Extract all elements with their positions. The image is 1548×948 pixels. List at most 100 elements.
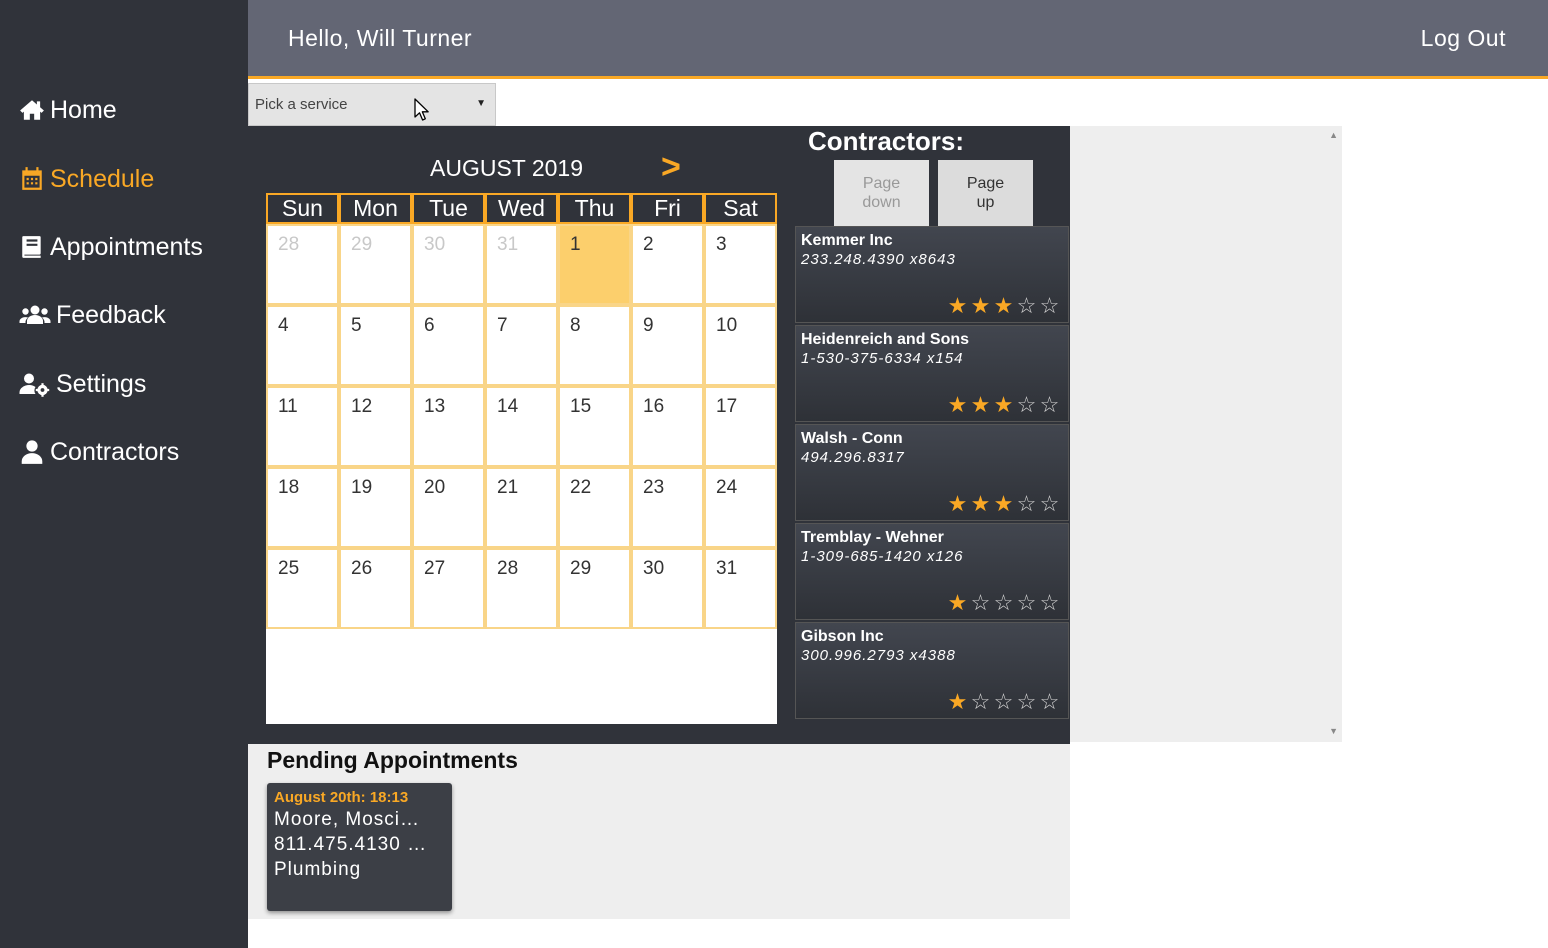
contractor-list: Kemmer Inc 233.248.4390 x8643 ★ ★ ★ ☆ ☆ Heidenr…: [795, 226, 1069, 722]
calendar-day-cell[interactable]: 15: [558, 386, 631, 467]
star-empty-icon: ☆: [1016, 590, 1037, 615]
calendar-day-cell[interactable]: 26: [339, 548, 412, 629]
calendar-icon: [18, 165, 46, 193]
star-empty-icon: ☆: [1016, 689, 1037, 714]
contractor-name: Heidenreich and Sons: [801, 331, 970, 348]
contractor-rating: ★ ☆ ☆ ☆ ☆: [946, 590, 1061, 616]
star-empty-icon: ☆: [1039, 392, 1060, 417]
contractor-card[interactable]: Kemmer Inc 233.248.4390 x8643 ★ ★ ★ ☆ ☆: [795, 226, 1069, 323]
weekday-header: Sat: [704, 193, 777, 224]
page-up-button[interactable]: Page up: [938, 160, 1033, 226]
contractors-title: Contractors:: [808, 126, 965, 156]
star-filled-icon: ★: [970, 392, 991, 417]
sidebar-item-settings[interactable]: Settings: [18, 367, 146, 401]
sidebar-item-feedback[interactable]: Feedback: [18, 298, 166, 332]
calendar-day-cell[interactable]: 25: [266, 548, 339, 629]
contractor-phone: 494.296.8317: [801, 449, 905, 466]
calendar-day-cell[interactable]: 28: [266, 224, 339, 305]
weekday-header: Fri: [631, 193, 704, 224]
sidebar-item-label: Home: [50, 95, 117, 124]
calendar-day-cell[interactable]: 31: [704, 548, 777, 629]
logout-button[interactable]: Log Out: [1421, 25, 1506, 52]
calendar-day-cell[interactable]: 1: [558, 224, 631, 305]
calendar-day-cell[interactable]: 5: [339, 305, 412, 386]
calendar-day-cell[interactable]: 19: [339, 467, 412, 548]
calendar-day-cell[interactable]: 29: [558, 548, 631, 629]
sidebar-item-home[interactable]: Home: [18, 93, 117, 127]
star-filled-icon: ★: [993, 392, 1014, 417]
star-filled-icon: ★: [970, 293, 991, 318]
pending-appointments-title: Pending Appointments: [267, 747, 518, 773]
calendar-day-cell[interactable]: 28: [485, 548, 558, 629]
calendar-month-label: AUGUST 2019: [430, 155, 583, 181]
sidebar-item-label: Feedback: [56, 300, 166, 329]
calendar-day-cell[interactable]: 6: [412, 305, 485, 386]
calendar-day-cell[interactable]: 31: [485, 224, 558, 305]
sidebar-item-contractors[interactable]: Contractors: [18, 435, 179, 469]
next-month-button[interactable]: >: [661, 148, 681, 187]
service-select[interactable]: Pick a service ▼: [248, 83, 496, 126]
greeting-text: Hello, Will Turner: [288, 25, 473, 51]
contractor-card[interactable]: Gibson Inc 300.996.2793 x4388 ★ ☆ ☆ ☆ ☆: [795, 622, 1069, 719]
page-up-label: Page up: [966, 175, 1005, 211]
sidebar-item-appointments[interactable]: Appointments: [18, 230, 203, 264]
calendar-day-cell[interactable]: 27: [412, 548, 485, 629]
calendar-day-cell[interactable]: 30: [631, 548, 704, 629]
calendar-day-cell[interactable]: 12: [339, 386, 412, 467]
star-filled-icon: ★: [993, 293, 1014, 318]
appointment-datetime: August 20th: 18:13: [274, 789, 409, 806]
sidebar-item-label: Contractors: [50, 437, 180, 466]
calendar-day-cell[interactable]: 13: [412, 386, 485, 467]
scroll-down-arrow-icon[interactable]: ▼: [1329, 726, 1338, 736]
calendar-day-cell[interactable]: 21: [485, 467, 558, 548]
contractor-name: Walsh - Conn: [801, 430, 903, 447]
calendar-day-cell[interactable]: 29: [339, 224, 412, 305]
contractor-name: Gibson Inc: [801, 628, 884, 645]
weekday-header: Mon: [339, 193, 412, 224]
calendar-day-cell[interactable]: 8: [558, 305, 631, 386]
user-icon: [18, 438, 46, 466]
contractor-card[interactable]: Heidenreich and Sons 1-530-375-6334 x154 ★…: [795, 325, 1069, 422]
sidebar-item-label: Schedule: [50, 164, 155, 193]
contractor-card[interactable]: Tremblay - Wehner 1-309-685-1420 x126 ★ ☆ ☆ ☆…: [795, 523, 1069, 620]
page-down-label: Page down: [862, 175, 901, 211]
star-empty-icon: ☆: [1039, 590, 1060, 615]
contractor-name: Tremblay - Wehner: [801, 529, 944, 546]
weekday-header: Thu: [558, 193, 631, 224]
calendar-day-cell[interactable]: 10: [704, 305, 777, 386]
calendar-day-cell[interactable]: 9: [631, 305, 704, 386]
calendar-day-cell[interactable]: 7: [485, 305, 558, 386]
contractor-card[interactable]: Walsh - Conn 494.296.8317 ★ ★ ★ ☆ ☆: [795, 424, 1069, 521]
scroll-up-arrow-icon[interactable]: ▲: [1329, 130, 1338, 140]
calendar-day-cell[interactable]: 2: [631, 224, 704, 305]
contractor-rating: ★ ★ ★ ☆ ☆: [946, 491, 1061, 517]
star-empty-icon: ☆: [1016, 491, 1037, 516]
contractor-details-area[interactable]: ▲ ▼: [1070, 126, 1342, 742]
calendar-day-cell[interactable]: 17: [704, 386, 777, 467]
star-filled-icon: ★: [947, 590, 968, 615]
calendar-day-cell[interactable]: 3: [704, 224, 777, 305]
star-filled-icon: ★: [947, 392, 968, 417]
calendar-day-cell[interactable]: 30: [412, 224, 485, 305]
star-empty-icon: ☆: [970, 689, 991, 714]
star-empty-icon: ☆: [1039, 293, 1060, 318]
calendar-day-cell[interactable]: 20: [412, 467, 485, 548]
star-empty-icon: ☆: [993, 590, 1014, 615]
contractor-phone: 300.996.2793 x4388: [801, 647, 956, 664]
calendar-day-cell[interactable]: 24: [704, 467, 777, 548]
contractor-rating: ★ ★ ★ ☆ ☆: [946, 293, 1061, 319]
page-down-button[interactable]: Page down: [834, 160, 929, 226]
star-filled-icon: ★: [947, 491, 968, 516]
calendar-day-cell[interactable]: 22: [558, 467, 631, 548]
calendar-day-cell[interactable]: 18: [266, 467, 339, 548]
users-icon: [18, 301, 52, 329]
calendar-day-cell[interactable]: 11: [266, 386, 339, 467]
calendar-day-cell[interactable]: 16: [631, 386, 704, 467]
appointment-contractor: Moore, Mosci…: [274, 809, 421, 830]
mouse-cursor-icon: [414, 98, 429, 121]
calendar-day-cell[interactable]: 14: [485, 386, 558, 467]
sidebar-item-schedule[interactable]: Schedule: [18, 162, 154, 196]
calendar-day-cell[interactable]: 4: [266, 305, 339, 386]
pending-appointment-card[interactable]: August 20th: 18:13 Moore, Mosci… 811.475…: [267, 783, 452, 911]
calendar-day-cell[interactable]: 23: [631, 467, 704, 548]
